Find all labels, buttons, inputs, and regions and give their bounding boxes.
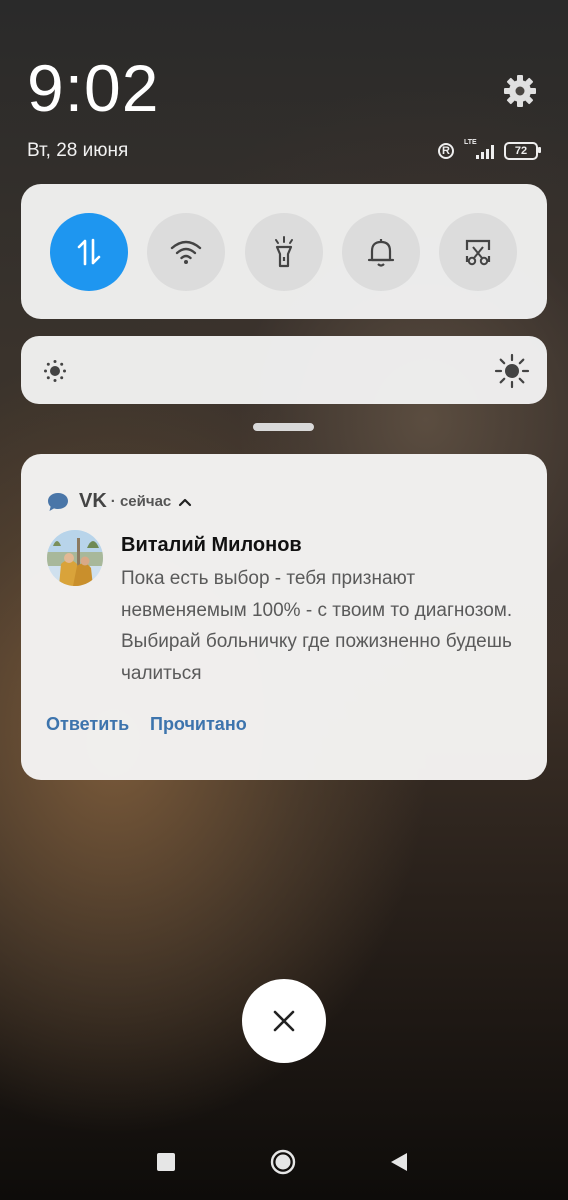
clock: 9:02 <box>27 51 160 125</box>
toggle-screenshot[interactable] <box>439 213 517 291</box>
toggle-flashlight[interactable] <box>245 213 323 291</box>
brightness-slider[interactable] <box>21 336 547 404</box>
notification-header[interactable]: VK · сейчас <box>47 490 192 513</box>
date: Вт, 28 июня <box>27 140 129 161</box>
app-name: VK <box>79 490 107 512</box>
recent-apps-button[interactable] <box>157 1153 175 1171</box>
vk-chat-bubble-icon <box>48 492 68 511</box>
chevron-up-icon[interactable] <box>178 497 192 507</box>
battery-icon: 72 <box>504 142 541 160</box>
toggle-sound[interactable] <box>342 213 420 291</box>
toggle-wifi[interactable] <box>147 213 225 291</box>
mark-read-button[interactable]: Прочитано <box>150 714 247 735</box>
bell-icon <box>367 239 395 267</box>
home-button[interactable] <box>270 1149 296 1175</box>
home-icon <box>270 1149 296 1175</box>
quick-toggles-panel <box>21 184 547 319</box>
flashlight-icon <box>275 236 293 268</box>
back-triangle-icon <box>391 1153 407 1171</box>
message-text: Пока есть выбор - тебя признают невменяе… <box>121 568 513 684</box>
back-button[interactable] <box>389 1151 409 1173</box>
close-icon <box>273 1010 295 1032</box>
avatar <box>47 530 103 586</box>
brightness-low-icon <box>44 360 66 382</box>
gear-icon[interactable] <box>502 73 538 109</box>
toggle-mobile-data[interactable] <box>50 213 128 291</box>
reply-button[interactable]: Ответить <box>46 714 129 735</box>
roaming-icon: R <box>438 143 454 159</box>
wifi-icon <box>170 240 202 264</box>
network-type-label: LTE <box>464 139 477 146</box>
sender-name: Виталий Милонов <box>121 534 302 556</box>
brightness-high-icon <box>494 353 530 389</box>
data-transfer-icon <box>77 238 101 266</box>
signal-icon: LTE <box>464 139 494 161</box>
shade-drag-handle[interactable] <box>253 423 314 431</box>
clear-all-button[interactable] <box>242 979 326 1063</box>
notification-time: · сейчас <box>110 493 172 510</box>
status-icons: R LTE 72 <box>438 139 541 162</box>
screenshot-scissors-icon <box>465 239 491 266</box>
